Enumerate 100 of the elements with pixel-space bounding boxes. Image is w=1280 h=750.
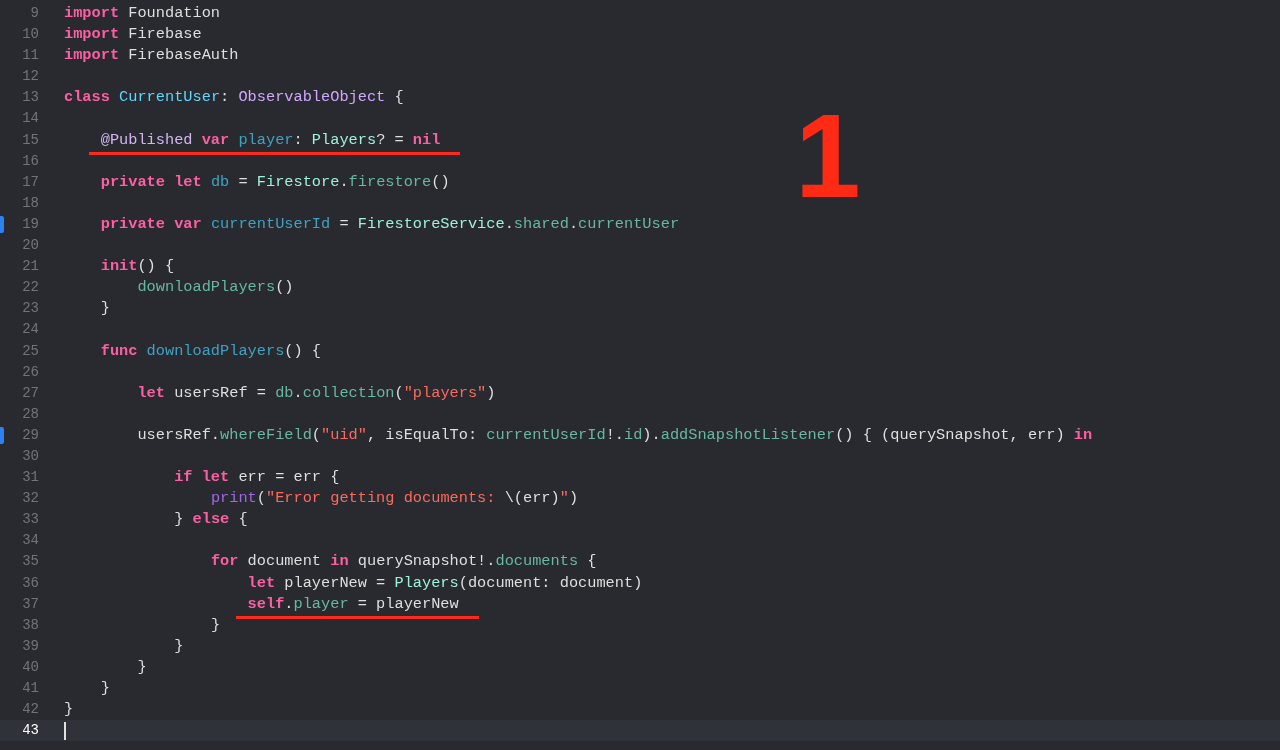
code-token: :: [293, 129, 303, 151]
code-token: usersRef.: [137, 424, 221, 446]
code-token: downloadPlayers: [137, 277, 276, 299]
code-token: (: [394, 382, 404, 404]
line-number: 14: [21, 109, 39, 129]
code-token: ": [559, 488, 569, 510]
code-token: :: [220, 87, 230, 109]
code-token: var: [173, 213, 202, 235]
line-number: 31: [21, 468, 39, 488]
code-token: (: [311, 424, 322, 446]
code-token: = playerNew: [356, 593, 459, 615]
code-token: }: [210, 614, 221, 636]
line-number: 10: [21, 25, 39, 45]
line-number: 41: [21, 679, 39, 698]
code-token: \(err): [503, 488, 560, 510]
code-token: () {: [137, 256, 175, 278]
code-token: for: [210, 551, 239, 573]
code-token: private: [100, 213, 165, 235]
code-token: !.: [605, 424, 624, 446]
code-token: var: [200, 129, 230, 151]
line-number: 15: [21, 130, 39, 150]
code-token: ObservableObject: [237, 87, 386, 109]
line-number: 27: [21, 383, 39, 403]
code-token: {: [393, 87, 404, 109]
code-token: import: [64, 24, 120, 46]
line-number: 24: [21, 320, 39, 340]
code-token: shared: [513, 213, 569, 235]
line-number: 38: [21, 615, 39, 635]
text-cursor: [64, 721, 66, 740]
code-token: class: [64, 87, 110, 109]
code-token: "Error getting documents:: [265, 488, 496, 510]
code-token: whereField: [220, 424, 312, 446]
code-token: Firebase: [127, 24, 202, 46]
line-number: 9: [29, 4, 39, 23]
code-token: ): [486, 382, 496, 404]
code-token: init: [100, 256, 138, 278]
line-number: 33: [21, 510, 39, 530]
line-number: 37: [21, 594, 39, 614]
code-token: =: [338, 213, 349, 235]
code-token: }: [137, 656, 147, 678]
line-number: 29: [21, 425, 39, 445]
code-token: querySnapshot!.: [356, 551, 496, 573]
code-token: documents: [495, 551, 579, 573]
code-token: document: [246, 551, 322, 573]
line-number: 40: [21, 657, 39, 677]
code-token: FirebaseAuth: [127, 45, 239, 67]
code-token: , isEqualTo:: [366, 424, 478, 446]
line-number: 35: [21, 552, 39, 572]
code-token: "uid": [321, 424, 367, 446]
code-token: db: [209, 171, 230, 193]
code-token: (): [275, 277, 294, 299]
code-token: }: [174, 509, 184, 531]
code-token: player: [293, 593, 349, 615]
code-token: let: [137, 382, 165, 404]
code-token: Players: [393, 572, 459, 594]
code-token: let: [173, 171, 202, 193]
code-token: else: [191, 509, 230, 531]
code-token: currentUserId: [485, 424, 606, 446]
code-token: self: [247, 593, 285, 615]
line-number: 22: [21, 278, 39, 298]
line-number: 26: [21, 362, 39, 382]
code-token: (: [256, 488, 266, 510]
code-token: "players": [403, 382, 487, 404]
code-token: @Published: [100, 129, 193, 151]
code-token: downloadPlayers: [145, 340, 285, 362]
line-number: 11: [21, 46, 39, 66]
code-token: collection: [302, 382, 395, 404]
code-token: db: [274, 382, 294, 404]
code-token: {: [586, 551, 597, 573]
code-token: currentUser: [578, 213, 680, 235]
line-number: 39: [21, 636, 39, 656]
line-number: 30: [21, 446, 39, 466]
code-token: nil: [411, 129, 441, 151]
line-number: 16: [21, 151, 39, 171]
code-token: (): [431, 171, 450, 193]
code-token: .: [568, 213, 579, 235]
code-token: .: [284, 593, 294, 615]
code-token: import: [64, 45, 120, 67]
code-token: print: [210, 488, 257, 510]
line-number: 13: [21, 88, 39, 108]
code-token: .: [504, 213, 514, 235]
code-token: }: [174, 635, 184, 657]
code-token: import: [64, 3, 120, 24]
code-token: Foundation: [127, 3, 221, 24]
code-token: addSnapshotListener: [660, 424, 836, 446]
code-token: Firestore: [255, 171, 340, 193]
code-token: in: [1072, 424, 1093, 446]
line-number: 34: [21, 531, 39, 551]
code-token: let: [200, 467, 230, 489]
code-token: ).: [642, 424, 661, 446]
code-token: if: [174, 467, 193, 489]
line-number: 25: [21, 341, 39, 361]
code-token: FirestoreService: [356, 213, 505, 235]
line-number: 19: [21, 214, 39, 234]
code-token: CurrentUser: [118, 87, 221, 109]
code-token: .: [339, 171, 349, 193]
code-token: func: [100, 340, 138, 362]
line-number: 18: [21, 193, 39, 213]
code-token: err = err {: [237, 467, 340, 489]
line-number: 23: [21, 299, 39, 319]
